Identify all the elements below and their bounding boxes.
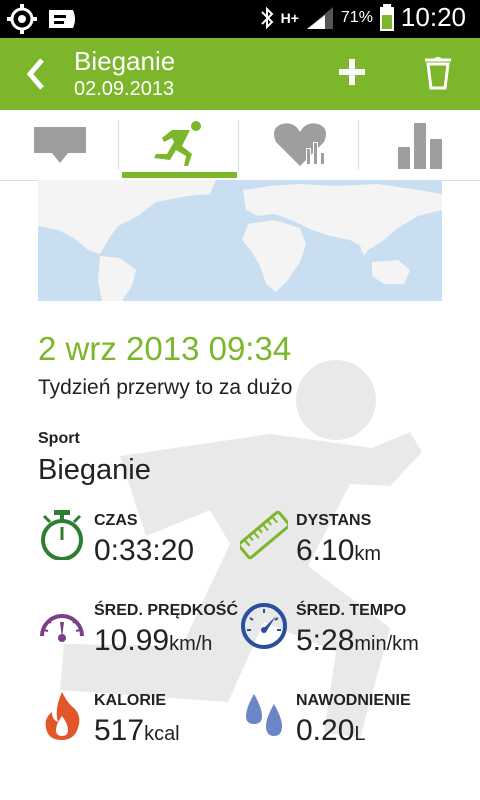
world-map bbox=[38, 180, 442, 301]
stat-value: 0:33:20 bbox=[94, 534, 195, 567]
workout-datetime: 2 wrz 2013 09:34 bbox=[38, 330, 292, 367]
status-icons-right: H+ 71% 10:20 bbox=[259, 2, 466, 33]
comment-icon bbox=[33, 127, 86, 163]
network-type-label: H+ bbox=[280, 9, 299, 26]
stat-label: ŚRED. TEMPO bbox=[296, 602, 407, 619]
gps-icon bbox=[7, 4, 37, 34]
stat-hydration: NAWODNIENIE 0.20L bbox=[240, 690, 440, 770]
ruler-icon bbox=[240, 510, 288, 560]
stat-avg-speed: ŚRED. PRĘDKOŚĆ 10.99km/h bbox=[38, 600, 238, 680]
stat-value: 10.99km/h bbox=[94, 624, 213, 657]
stopwatch-icon bbox=[41, 510, 83, 560]
bar-chart-icon bbox=[397, 123, 442, 169]
tab-comments[interactable] bbox=[0, 110, 119, 180]
delete-icon[interactable] bbox=[422, 56, 454, 90]
water-drops-icon bbox=[246, 694, 282, 736]
clock: 10:20 bbox=[400, 2, 466, 32]
signal-icon bbox=[306, 6, 333, 29]
stat-label: CZAS bbox=[94, 512, 138, 529]
tab-workout[interactable] bbox=[120, 110, 239, 180]
add-icon[interactable] bbox=[338, 58, 366, 86]
stat-value: 5:28min/km bbox=[296, 624, 419, 657]
stat-label: NAWODNIENIE bbox=[296, 692, 411, 709]
speedometer-icon bbox=[40, 614, 84, 642]
stat-distance: DYSTANS 6.10km bbox=[240, 510, 440, 590]
page-subtitle: 02.09.2013 bbox=[74, 78, 175, 100]
tab-selected-indicator bbox=[122, 172, 237, 178]
status-icons-left bbox=[6, 4, 80, 34]
workout-motto[interactable]: Tydzień przerwy to za dużo bbox=[38, 376, 292, 400]
stat-value: 0.20L bbox=[296, 714, 366, 747]
route-map[interactable] bbox=[38, 180, 442, 301]
bluetooth-icon bbox=[260, 6, 274, 29]
stat-label: DYSTANS bbox=[296, 512, 372, 529]
stat-avg-pace: ŚRED. TEMPO 5:28min/km bbox=[240, 600, 440, 680]
app-notification-icon bbox=[49, 10, 75, 28]
stat-duration: CZAS 0:33:20 bbox=[38, 510, 238, 590]
tab-stats[interactable] bbox=[360, 110, 479, 180]
battery-icon bbox=[379, 3, 394, 31]
stat-label: KALORIE bbox=[94, 692, 166, 709]
stat-value: 517kcal bbox=[94, 714, 180, 747]
stat-label: ŚRED. PRĘDKOŚĆ bbox=[94, 602, 239, 619]
back-arrow-icon[interactable] bbox=[20, 56, 56, 92]
tab-heart-rate[interactable] bbox=[240, 110, 359, 180]
heart-chart-icon bbox=[273, 123, 326, 166]
battery-percent: 71% bbox=[340, 8, 373, 26]
tab-bar bbox=[0, 110, 480, 181]
flame-icon bbox=[45, 692, 80, 740]
status-bar: H+ 71% 10:20 bbox=[0, 0, 480, 38]
page-title: Bieganie bbox=[74, 46, 176, 76]
stat-calories: KALORIE 517kcal bbox=[38, 690, 238, 770]
gauge-icon bbox=[241, 603, 287, 649]
stat-value: 6.10km bbox=[296, 534, 382, 567]
runner-icon bbox=[153, 121, 201, 166]
sport-value[interactable]: Bieganie bbox=[38, 454, 151, 487]
action-bar: Bieganie 02.09.2013 bbox=[0, 38, 480, 110]
sport-label: Sport bbox=[38, 430, 80, 447]
